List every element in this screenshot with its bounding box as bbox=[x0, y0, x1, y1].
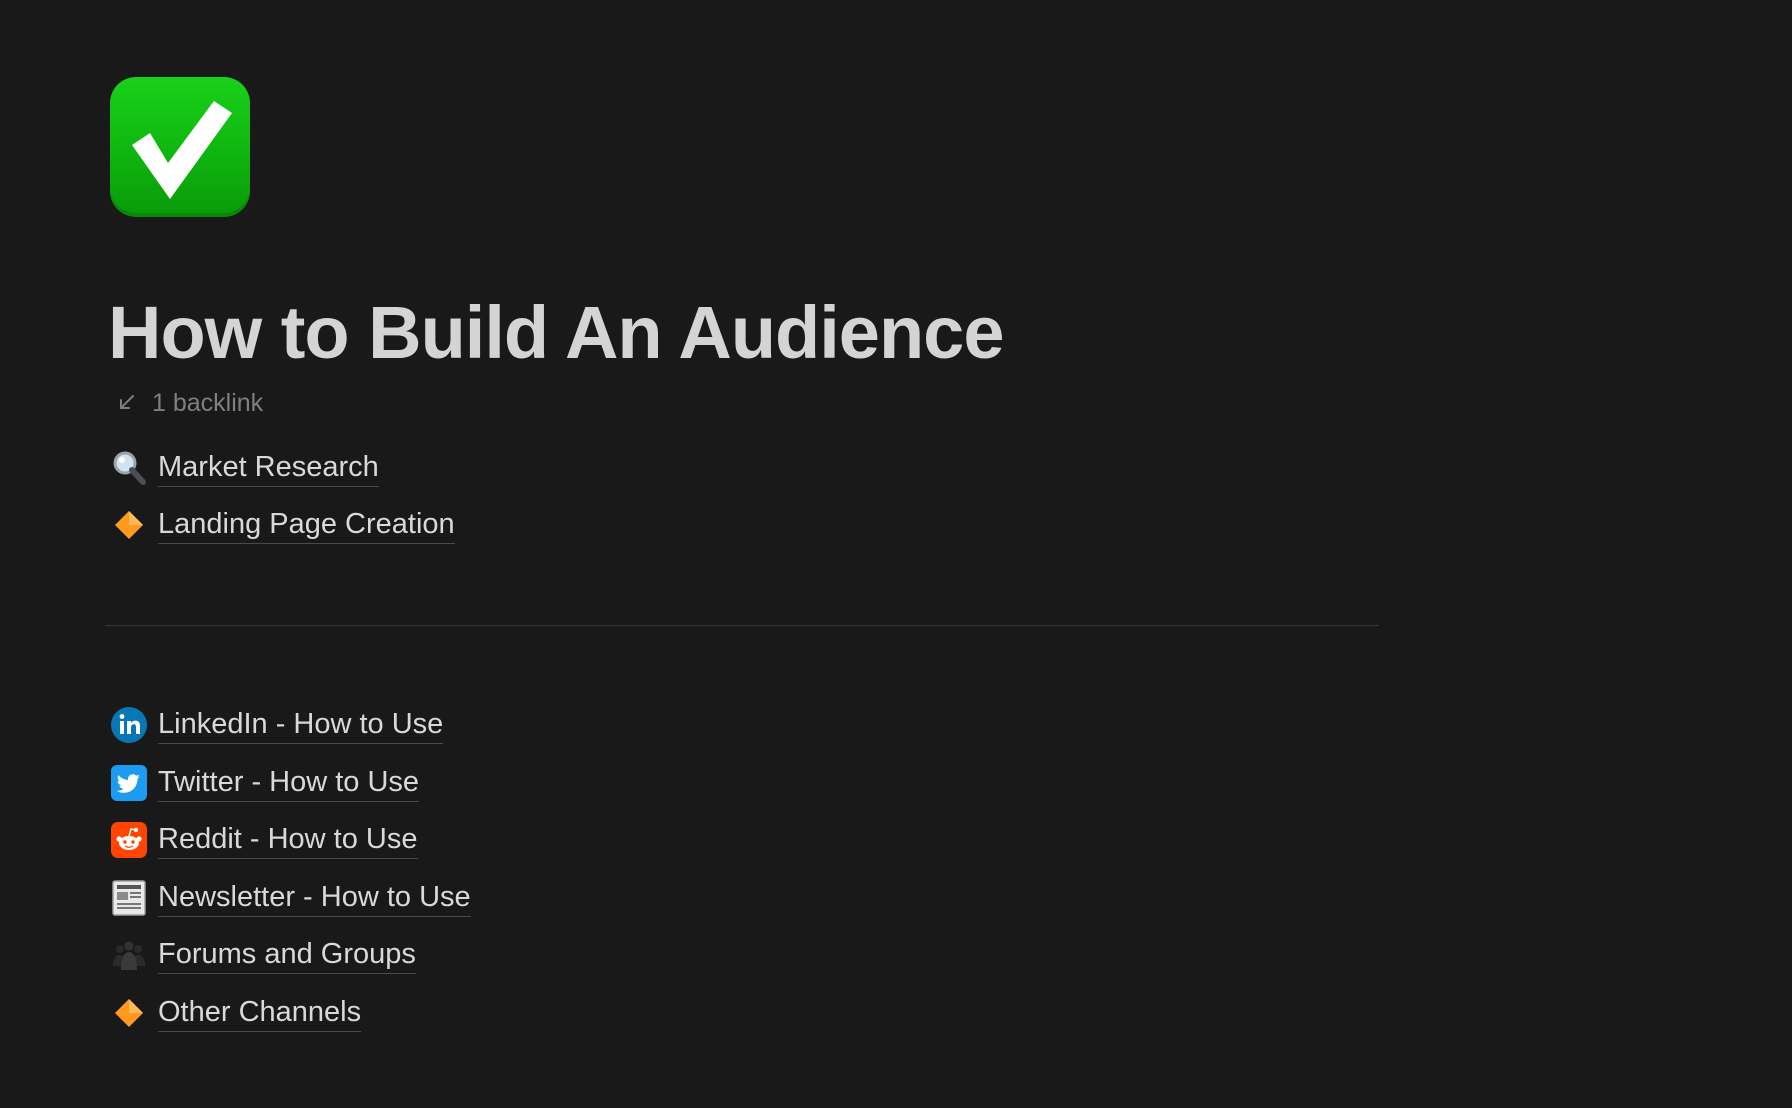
notion-page: How to Build An Audience 1 backlink Mark… bbox=[0, 0, 1792, 1108]
page-link-label[interactable]: Reddit - How to Use bbox=[158, 821, 418, 859]
page-link-landing-page-creation[interactable]: Landing Page Creation bbox=[110, 502, 455, 548]
page-link-other-channels[interactable]: Other Channels bbox=[110, 990, 362, 1036]
divider bbox=[105, 625, 1379, 626]
page-link-label[interactable]: Market Research bbox=[158, 449, 379, 487]
page-link-label[interactable]: Forums and Groups bbox=[158, 936, 416, 974]
page-link-market-research[interactable]: Market Research bbox=[110, 445, 379, 491]
page-title[interactable]: How to Build An Audience bbox=[108, 288, 1004, 378]
backlink-label: 1 backlink bbox=[152, 388, 264, 417]
page-link-label[interactable]: LinkedIn - How to Use bbox=[158, 706, 444, 744]
page-link-linkedin[interactable]: LinkedIn - How to Use bbox=[110, 702, 444, 748]
page-link-twitter[interactable]: Twitter - How to Use bbox=[110, 760, 420, 806]
arrow-down-left-icon bbox=[120, 395, 134, 409]
newspaper-icon bbox=[110, 879, 148, 917]
reddit-icon bbox=[110, 821, 148, 859]
white-check-mark-icon[interactable] bbox=[110, 77, 250, 217]
page-link-forums-and-groups[interactable]: Forums and Groups bbox=[110, 932, 416, 978]
page-link-label[interactable]: Other Channels bbox=[158, 994, 362, 1032]
page-link-label[interactable]: Twitter - How to Use bbox=[158, 764, 420, 802]
orange-diamond-icon bbox=[110, 994, 148, 1032]
page-link-label[interactable]: Newsletter - How to Use bbox=[158, 879, 471, 917]
linkedin-icon bbox=[110, 706, 148, 744]
people-group-icon bbox=[110, 936, 148, 974]
magnifying-glass-icon bbox=[110, 449, 148, 487]
page-link-label[interactable]: Landing Page Creation bbox=[158, 506, 455, 544]
twitter-icon bbox=[110, 764, 148, 802]
page-link-newsletter[interactable]: Newsletter - How to Use bbox=[110, 875, 471, 921]
orange-diamond-icon bbox=[110, 506, 148, 544]
backlink-button[interactable]: 1 backlink bbox=[116, 386, 263, 420]
page-link-reddit[interactable]: Reddit - How to Use bbox=[110, 817, 418, 863]
